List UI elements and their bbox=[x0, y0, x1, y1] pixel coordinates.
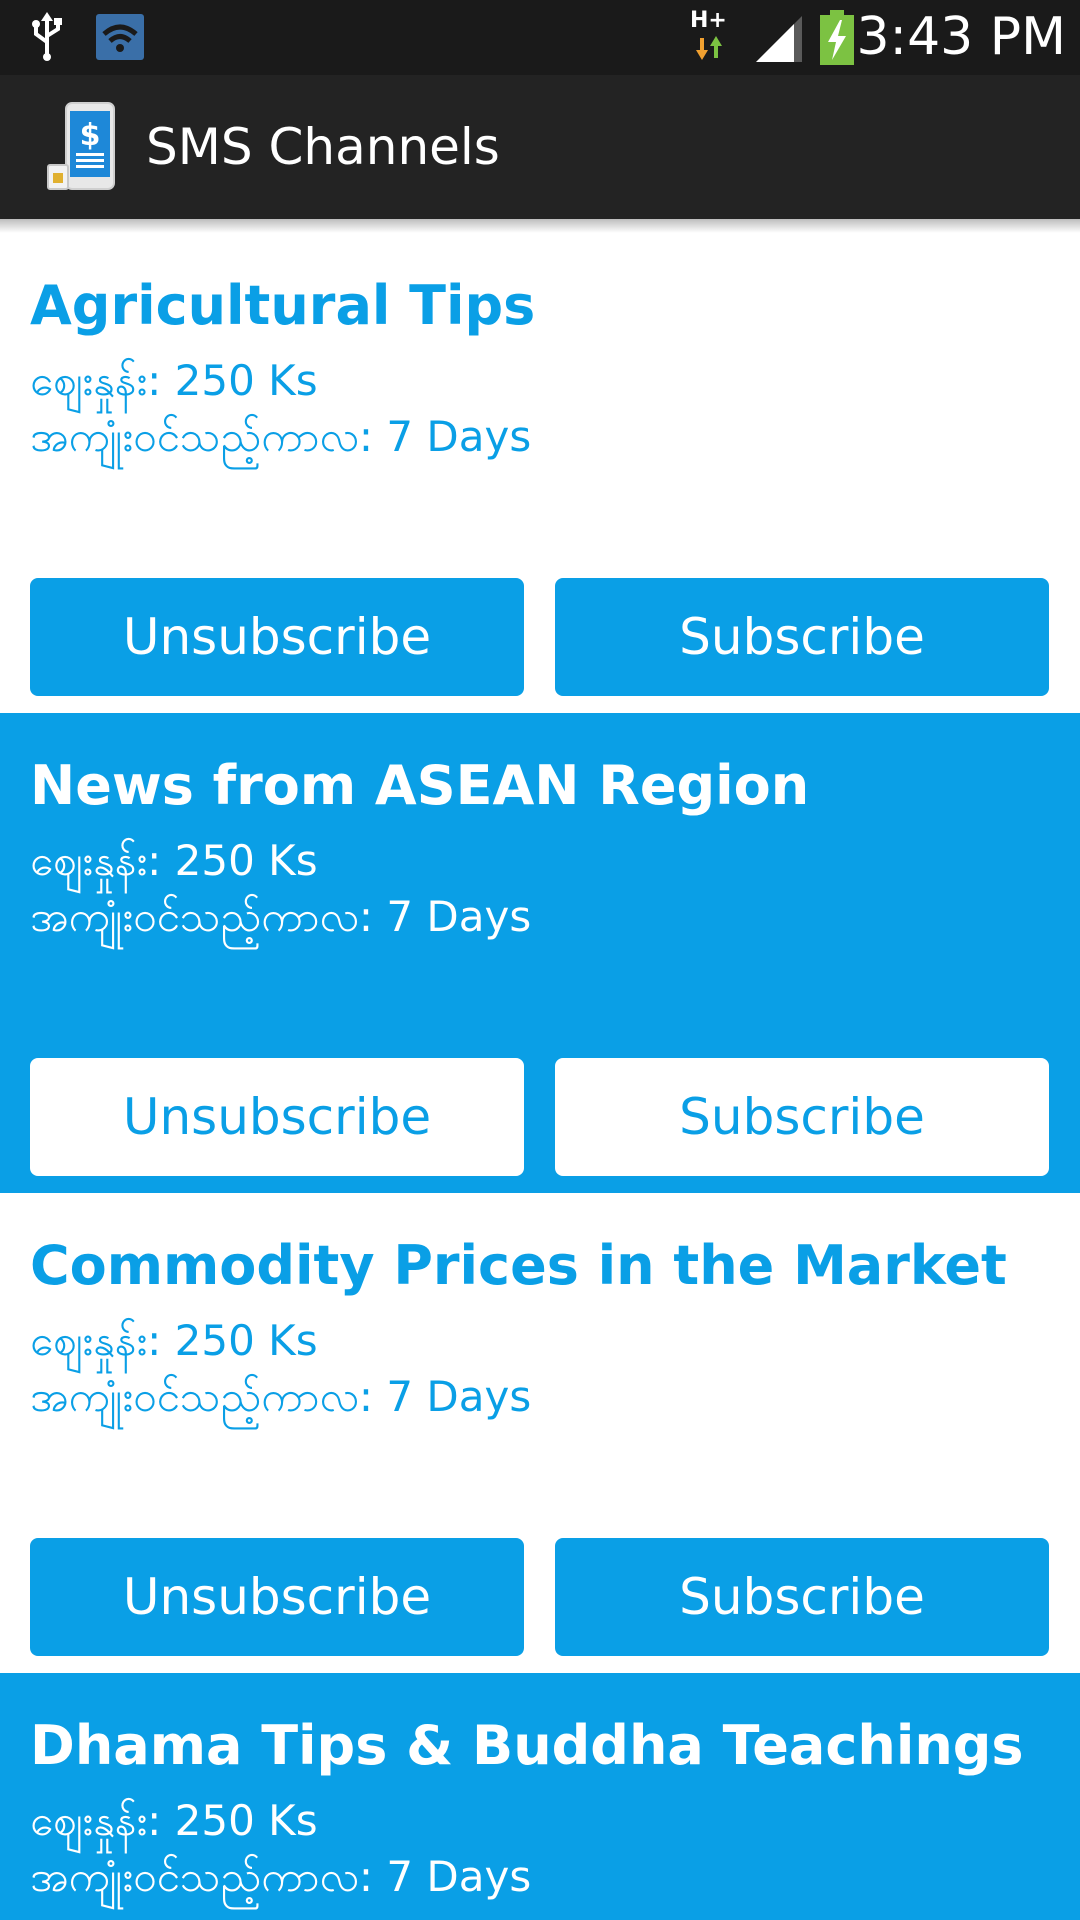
channel-title: Commodity Prices in the Market bbox=[30, 1234, 1007, 1297]
channel-card: Commodity Prices in the Market ဈေးနှုန်း… bbox=[0, 1193, 1080, 1673]
channel-card: Dhama Tips & Buddha Teachings ဈေးနှုန်း:… bbox=[0, 1673, 1080, 1920]
channel-price: ဈေးနှုန်း: 250 Ks bbox=[30, 1796, 318, 1845]
channel-validity: အကျုံးဝင်သည့်ကာလ: 7 Days bbox=[30, 1372, 532, 1421]
status-clock: 3:43 PM bbox=[856, 7, 1066, 67]
status-bar: H+ 3:43 PM bbox=[0, 0, 1080, 75]
svg-text:$: $ bbox=[80, 118, 101, 153]
unsubscribe-button[interactable]: Unsubscribe bbox=[30, 1538, 524, 1656]
channel-title: News from ASEAN Region bbox=[30, 754, 810, 817]
wifi-notification-icon bbox=[96, 14, 144, 60]
action-bar: $ SMS Channels bbox=[0, 75, 1080, 219]
battery-charging-icon bbox=[818, 10, 856, 70]
channel-card: Agricultural Tips ဈေးနှုန်း: 250 Ks အကျု… bbox=[0, 233, 1080, 713]
channel-price: ဈေးနှုန်း: 250 Ks bbox=[30, 1316, 318, 1365]
subscribe-button[interactable]: Subscribe bbox=[555, 578, 1049, 696]
unsubscribe-button[interactable]: Unsubscribe bbox=[30, 1058, 524, 1176]
network-type-label: H+ bbox=[690, 8, 727, 33]
usb-icon bbox=[30, 12, 64, 66]
app-title: SMS Channels bbox=[146, 118, 500, 176]
subscribe-button[interactable]: Subscribe bbox=[555, 1538, 1049, 1656]
channel-price: ဈေးနှုန်း: 250 Ks bbox=[30, 836, 318, 885]
unsubscribe-button[interactable]: Unsubscribe bbox=[30, 578, 524, 696]
data-transfer-icon bbox=[694, 36, 724, 64]
channel-validity: အကျုံးဝင်သည့်ကာလ: 7 Days bbox=[30, 1852, 532, 1901]
channel-title: Dhama Tips & Buddha Teachings bbox=[30, 1714, 1024, 1777]
action-bar-shadow bbox=[0, 219, 1080, 233]
channel-validity: အကျုံးဝင်သည့်ကာလ: 7 Days bbox=[30, 892, 532, 941]
sms-money-phone-icon[interactable]: $ bbox=[44, 101, 120, 197]
subscribe-button[interactable]: Subscribe bbox=[555, 1058, 1049, 1176]
channel-title: Agricultural Tips bbox=[30, 274, 536, 337]
signal-strength-icon bbox=[754, 14, 804, 66]
channel-price: ဈေးနှုန်း: 250 Ks bbox=[30, 356, 318, 405]
channel-validity: အကျုံးဝင်သည့်ကာလ: 7 Days bbox=[30, 412, 532, 461]
channel-card: News from ASEAN Region ဈေးနှုန်း: 250 Ks… bbox=[0, 713, 1080, 1193]
